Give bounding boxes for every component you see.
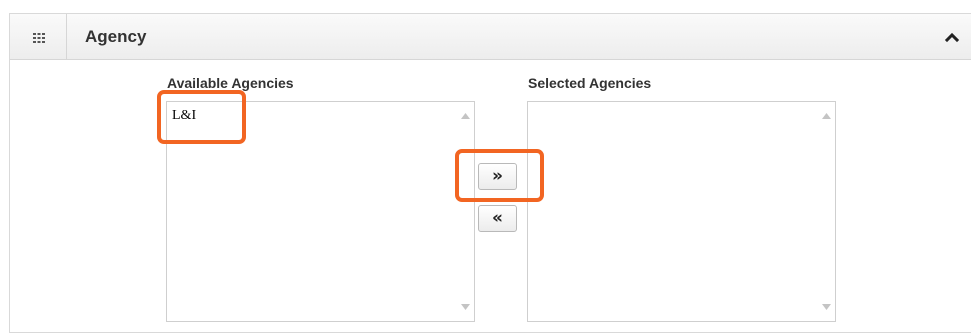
available-scrollbar[interactable] [457,102,474,321]
remove-agency-button[interactable]: « [478,205,517,232]
scroll-up-icon[interactable] [822,113,831,119]
selected-scrollbar[interactable] [818,102,835,321]
scroll-down-icon[interactable] [822,304,831,310]
scroll-up-icon[interactable] [461,113,470,119]
add-agency-button[interactable]: » [478,163,517,190]
header-icon-cell [10,14,67,59]
selected-agencies-items [528,102,818,321]
agency-panel: Agency Available Agencies L&I » « Select… [9,13,971,333]
selected-agencies-label: Selected Agencies [528,75,652,91]
chevron-up-icon[interactable] [945,31,959,43]
list-item-agency[interactable]: L&I [167,108,457,124]
available-agencies-list[interactable]: L&I [166,101,475,322]
grid-icon [33,33,45,43]
available-agencies-items: L&I [167,102,457,321]
scroll-down-icon[interactable] [461,304,470,310]
available-agencies-label: Available Agencies [167,75,294,91]
selected-agencies-list[interactable] [527,101,836,322]
panel-header[interactable]: Agency [10,14,971,60]
panel-title: Agency [85,27,147,46]
